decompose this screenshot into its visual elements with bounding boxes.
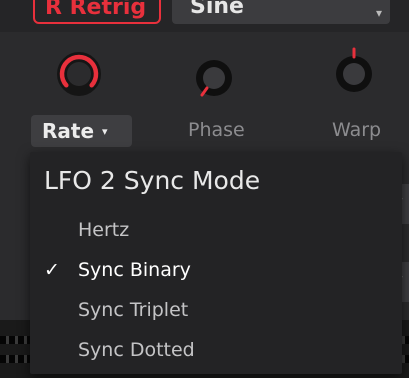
- warp-label: Warp: [332, 119, 382, 141]
- phase-label: Phase: [188, 119, 245, 141]
- phase-knob[interactable]: [185, 49, 243, 107]
- menu-item-sync-dotted[interactable]: Sync Dotted: [30, 332, 402, 368]
- menu-item-sync-triplet[interactable]: Sync Triplet: [30, 292, 402, 328]
- checkmark-icon: ✓: [44, 259, 60, 281]
- rate-label: Rate: [42, 119, 95, 143]
- rate-knob[interactable]: [50, 45, 108, 103]
- top-bar: R Retrig Sine ▾: [0, 0, 409, 32]
- waveform-select[interactable]: Sine ▾: [172, 0, 390, 24]
- warp-knob[interactable]: [325, 45, 383, 103]
- chevron-down-icon: ▾: [375, 6, 382, 20]
- menu-item-sync-binary[interactable]: ✓ Sync Binary: [30, 252, 402, 288]
- menu-title: LFO 2 Sync Mode: [44, 166, 261, 195]
- menu-item-label: Hertz: [78, 219, 130, 241]
- rate-mode-button[interactable]: Rate ▾: [31, 115, 132, 147]
- menu-item-label: Sync Dotted: [78, 339, 195, 361]
- menu-item-label: Sync Binary: [78, 259, 191, 281]
- sync-mode-menu: LFO 2 Sync Mode Hertz ✓ Sync Binary Sync…: [30, 152, 402, 374]
- menu-item-hertz[interactable]: Hertz: [30, 212, 402, 248]
- caret-down-icon: ▾: [102, 125, 108, 138]
- menu-item-label: Sync Triplet: [78, 299, 189, 321]
- waveform-value: Sine: [190, 0, 244, 19]
- retrig-button[interactable]: R Retrig: [33, 0, 161, 24]
